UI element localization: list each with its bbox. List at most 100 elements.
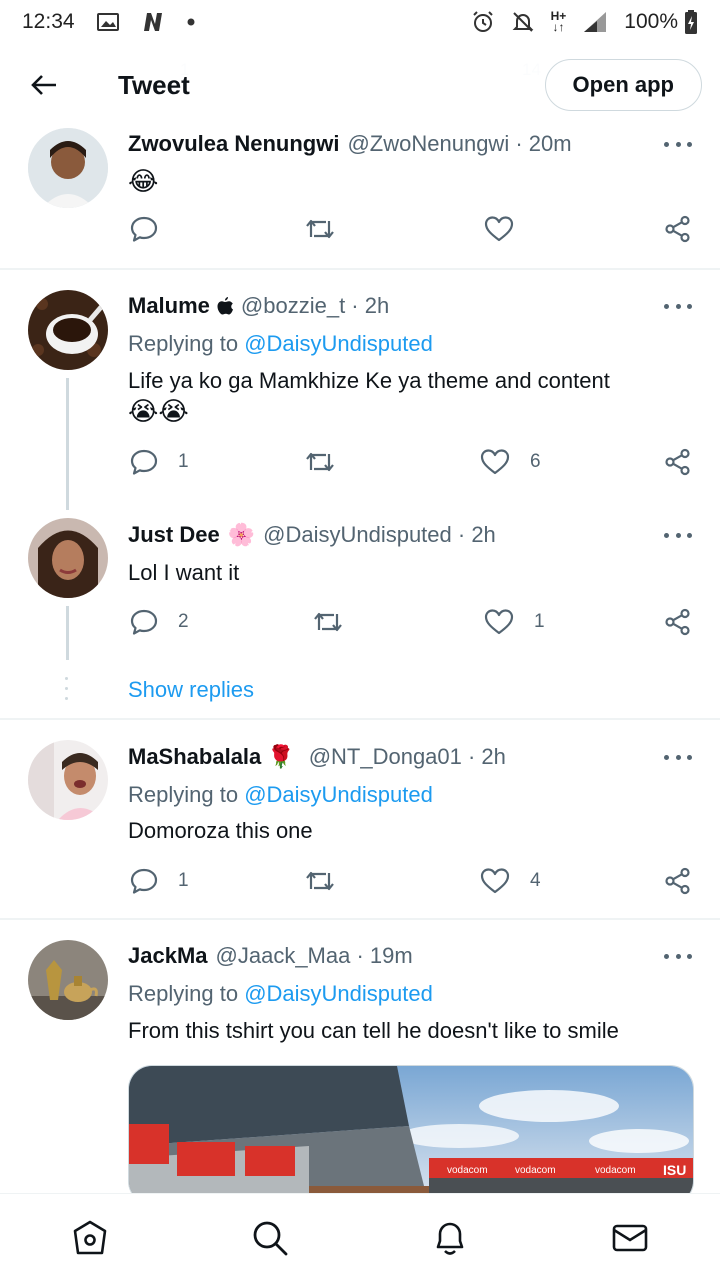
more-options-icon[interactable] [664,752,692,762]
replying-prefix: Replying to [128,331,245,356]
nav-home[interactable] [70,1218,110,1258]
top-header: Tweet Open app [0,44,720,126]
tweet-emoji: 😭😭 [128,396,189,426]
replying-to: Replying to @DaisyUndisputed [128,331,433,357]
reply-button[interactable]: 1 [130,867,189,895]
divider [0,918,720,920]
signal-icon [582,10,608,34]
replying-to-link[interactable]: @DaisyUndisputed [244,782,433,807]
replying-to: Replying to @DaisyUndisputed [128,782,433,808]
more-options-icon[interactable] [664,301,692,311]
author-name[interactable]: Malume [128,293,210,319]
tweet-actions: 2 1 [128,608,696,644]
nav-search[interactable] [250,1218,290,1258]
status-time: 12:34 [22,10,75,33]
replying-to-link[interactable]: @DaisyUndisputed [244,981,433,1006]
open-app-button[interactable]: Open app [544,59,702,111]
back-button[interactable] [18,59,70,111]
share-button[interactable] [664,448,692,476]
author-name[interactable]: JackMa [128,943,208,969]
retweet-icon [306,871,334,891]
reply-count: 1 [178,870,189,891]
heart-icon [484,216,514,242]
author-name[interactable]: MaShabalala [128,744,261,770]
tweet-text: Lol I want it [128,560,240,585]
retweet-button[interactable] [304,448,336,476]
share-button[interactable] [664,867,692,895]
replying-prefix: Replying to [128,981,245,1006]
reply-button[interactable] [130,215,158,243]
tweet-actions: 1 4 [128,867,696,903]
avatar[interactable] [28,940,108,1020]
netflix-n-icon [141,11,165,33]
like-count: 4 [530,870,541,891]
mute-icon [511,10,535,34]
tweet-actions: 1 6 [128,448,696,484]
avatar[interactable] [28,518,108,598]
like-count: 6 [530,451,541,472]
share-icon [665,215,690,243]
retweet-button[interactable] [304,215,336,243]
page-title: Tweet [118,69,190,100]
share-icon [665,608,690,636]
author-name[interactable]: Zwovulea Nenungwi [128,131,339,157]
retweet-button[interactable] [304,867,336,895]
reply-icon [130,868,158,894]
reply-button[interactable]: 2 [130,608,189,636]
battery-text: 100% [624,10,678,33]
heart-icon [480,868,510,894]
media-banner-text-2: vodacom [515,1165,556,1176]
retweet-button[interactable] [312,608,344,636]
replying-to: Replying to @DaisyUndisputed [128,981,433,1007]
author-handle[interactable]: @NT_Donga01 · 2h [309,744,506,770]
bottom-nav [0,1193,720,1280]
messages-icon [612,1224,648,1252]
tweet-text: Life ya ko ga Mamkhize Ke ya theme and c… [128,368,610,393]
home-icon [73,1220,107,1255]
author-name[interactable]: Just Dee [128,522,220,548]
alarm-icon [471,10,495,34]
share-button[interactable] [664,608,692,636]
like-button[interactable] [484,215,514,243]
gallery-notification-icon [96,12,119,32]
like-button[interactable]: 6 [480,448,541,476]
like-button[interactable]: 4 [480,867,541,895]
network-type-icon: H+ ↓↑ [551,10,567,33]
share-icon [665,867,690,895]
author-handle[interactable]: @bozzie_t · 2h [241,293,389,319]
replying-prefix: Replying to [128,782,245,807]
avatar[interactable] [28,128,108,208]
media-banner-text-4: ISU [663,1162,686,1178]
nav-notifications[interactable] [430,1218,470,1258]
show-replies-link[interactable]: Show replies [128,677,254,703]
notifications-icon [436,1222,464,1255]
tweet-media-image[interactable]: vodacom vodacom vodacom ISU [128,1065,694,1205]
replying-to-link[interactable]: @DaisyUndisputed [244,331,433,356]
thread-line [66,378,69,510]
heart-icon [484,609,514,635]
share-button[interactable] [664,215,692,243]
divider [0,268,720,270]
tweet-text: Domoroza this one [128,818,313,843]
more-options-icon[interactable] [664,951,692,961]
more-options-icon[interactable] [664,139,692,149]
nav-messages[interactable] [610,1218,650,1258]
avatar[interactable] [28,290,108,370]
status-bar: 12:34 H+ ↓↑ 100% [0,0,720,44]
more-options-icon[interactable] [664,530,692,540]
name-emoji: 🌹 [267,744,295,769]
media-banner-text-1: vodacom [447,1165,488,1176]
like-button[interactable]: 1 [484,608,545,636]
reply-button[interactable]: 1 [130,448,189,476]
author-handle[interactable]: @Jaack_Maa · 19m [216,943,413,969]
thread-dots [65,677,69,707]
apple-icon [217,297,233,315]
thread-line [66,606,69,660]
divider [0,718,720,720]
reply-count: 1 [178,451,189,472]
retweet-icon [306,219,334,239]
author-handle[interactable]: @ZwoNenungwi · 20m [347,131,571,157]
author-handle[interactable]: @DaisyUndisputed · 2h [263,522,496,548]
tweet-actions [128,215,696,251]
avatar[interactable] [28,740,108,820]
